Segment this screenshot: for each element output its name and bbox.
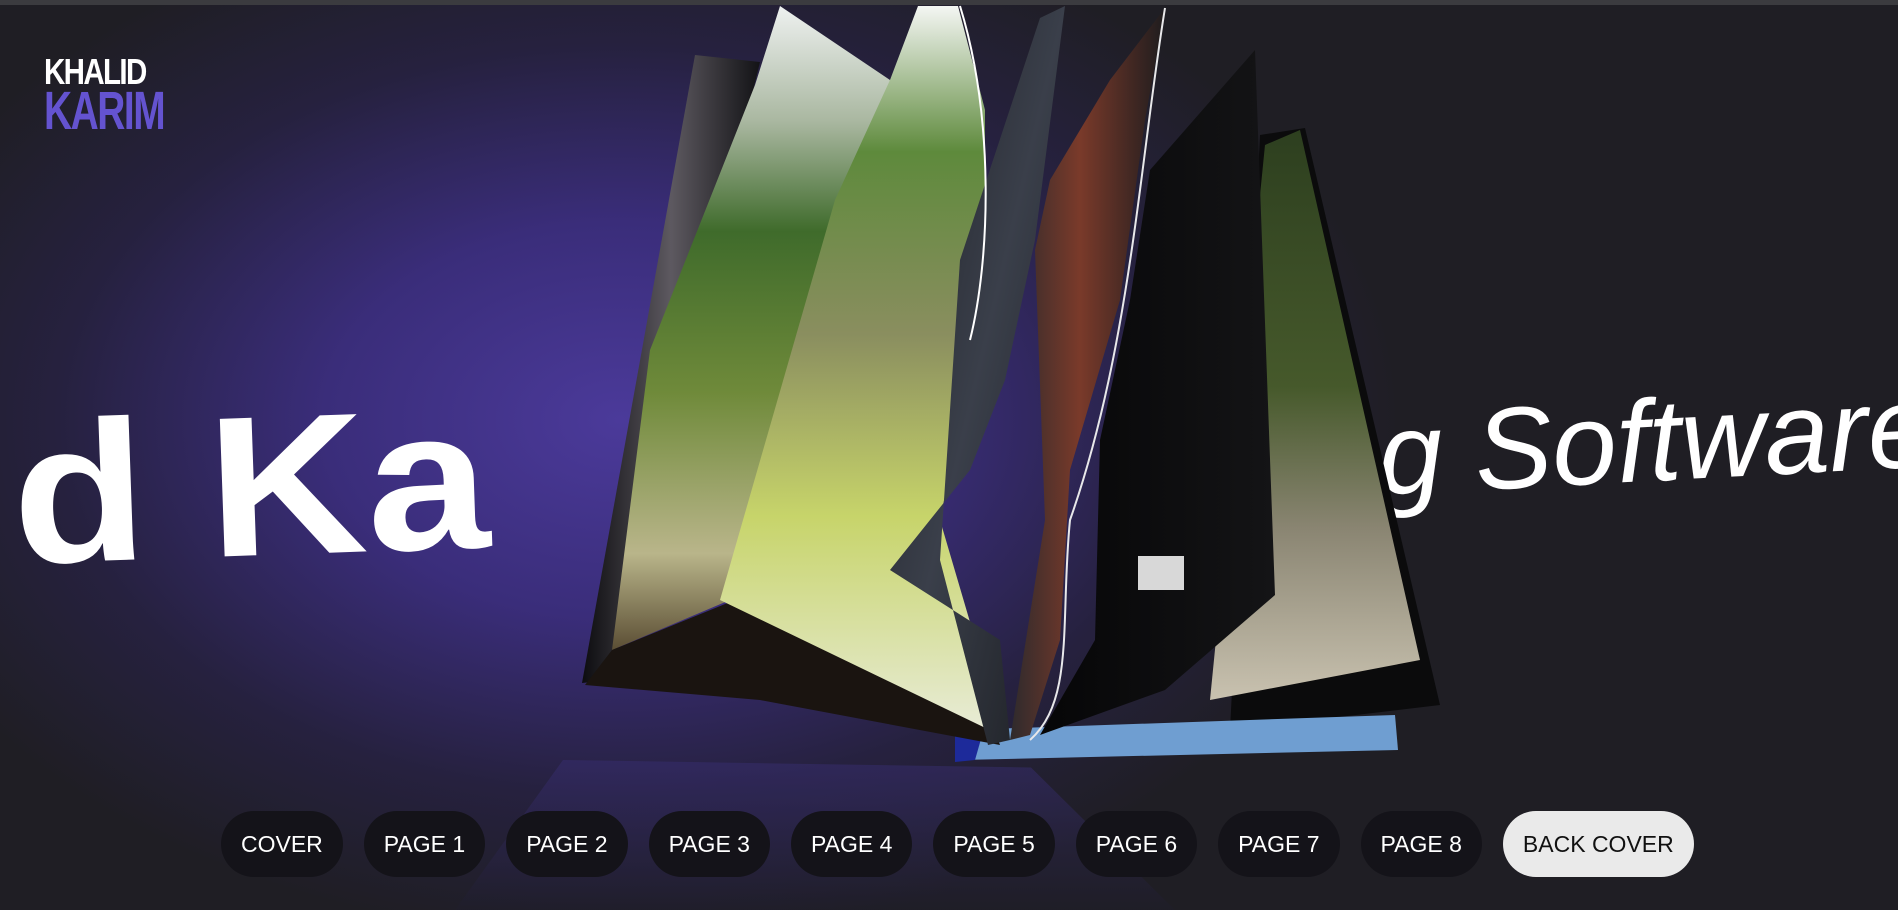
logo[interactable]: KHALID KARIM [44, 54, 166, 141]
nav-page-7-button[interactable]: PAGE 7 [1218, 811, 1340, 877]
flip-book[interactable] [0, 0, 1898, 910]
nav-page-2-button[interactable]: PAGE 2 [506, 811, 628, 877]
nav-page-3-button[interactable]: PAGE 3 [648, 811, 770, 877]
logo-line2: KARIM [44, 80, 166, 141]
nav-back-cover-button[interactable]: BACK COVER [1502, 811, 1694, 877]
viewport: lid Ka g Software KHALID KARIM COVER PAG… [0, 0, 1898, 910]
page-navigation: COVER PAGE 1 PAGE 2 PAGE 3 PAGE 4 PAGE 5… [221, 811, 1694, 877]
nav-page-1-button[interactable]: PAGE 1 [363, 811, 486, 877]
nav-page-5-button[interactable]: PAGE 5 [933, 811, 1055, 877]
book-pages[interactable] [0, 0, 1898, 910]
nav-page-6-button[interactable]: PAGE 6 [1075, 811, 1198, 877]
book-page-sign [1138, 556, 1184, 590]
nav-page-4-button[interactable]: PAGE 4 [790, 811, 913, 877]
nav-page-8-button[interactable]: PAGE 8 [1360, 811, 1482, 877]
nav-cover-button[interactable]: COVER [221, 811, 343, 877]
